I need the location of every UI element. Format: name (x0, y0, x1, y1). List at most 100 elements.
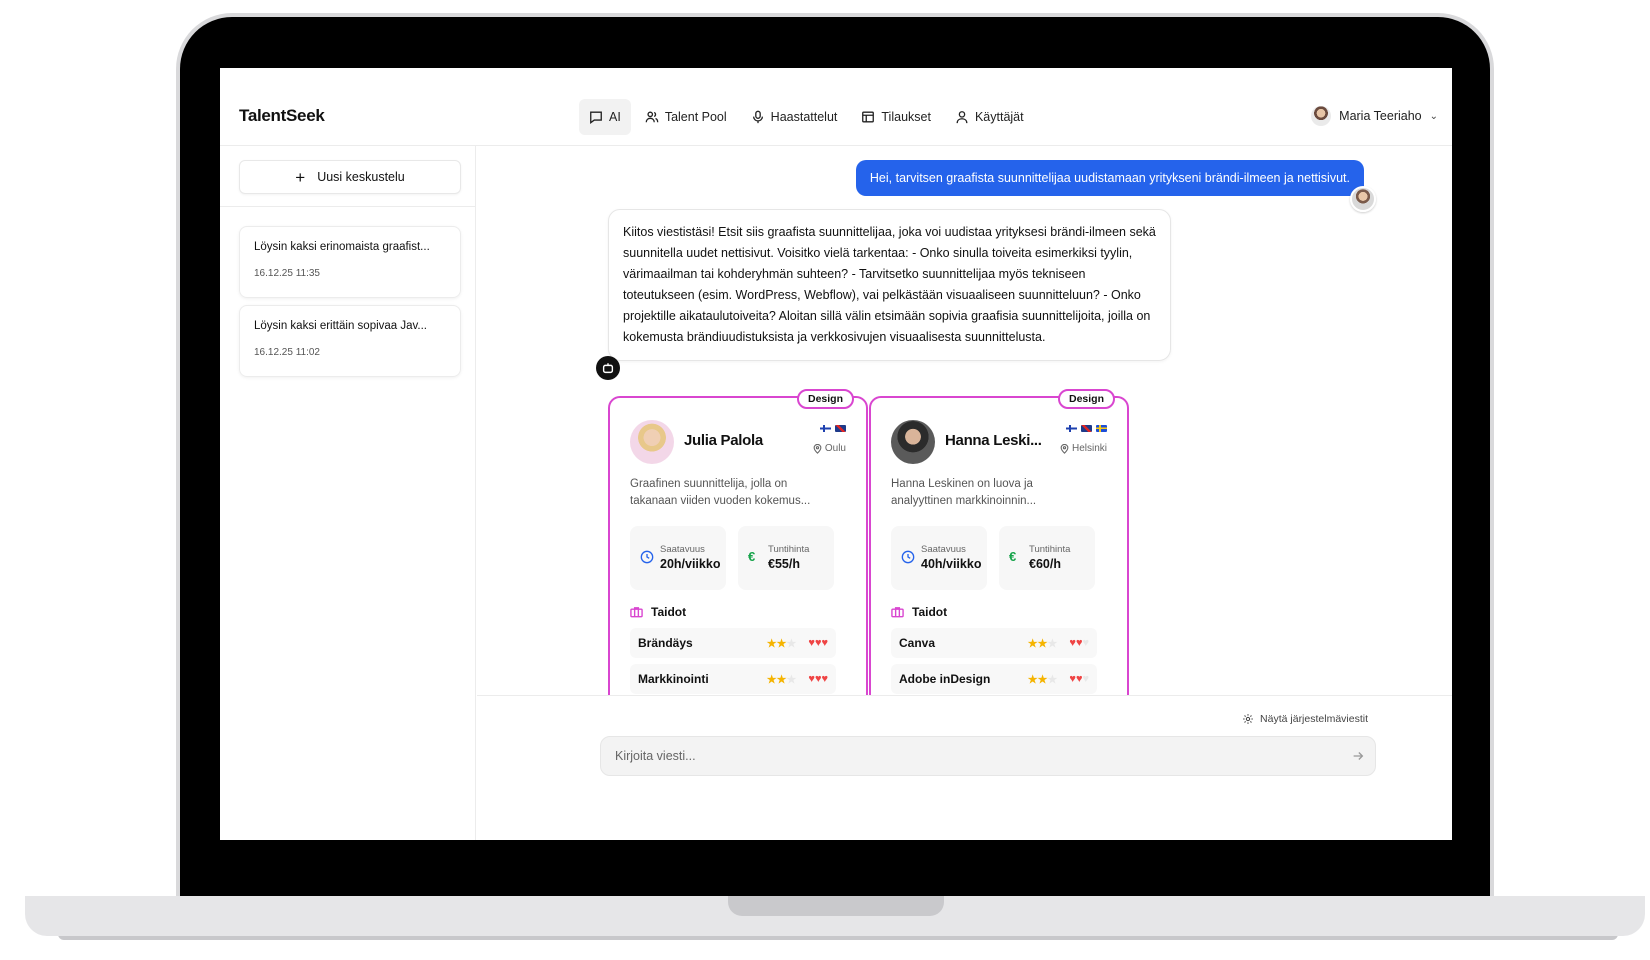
clock-icon (901, 550, 915, 564)
conversation-item[interactable]: Löysin kaksi erittäin sopivaa Jav... 16.… (239, 305, 461, 377)
availability-value: 20h/viikko (660, 557, 721, 571)
rate-stat: € Tuntihinta €60/h (999, 526, 1095, 590)
nav-item-talent-pool[interactable]: Talent Pool (635, 99, 737, 135)
skill-hearts: ♥♥♥ (1069, 637, 1089, 649)
user-avatar (1311, 106, 1332, 126)
availability-label: Saatavuus (660, 544, 705, 555)
send-button[interactable] (1351, 749, 1365, 763)
talent-avatar (891, 420, 935, 464)
skills-label: Taidot (912, 605, 948, 619)
bot-icon (596, 356, 620, 380)
talent-location: Oulu (813, 443, 846, 454)
system-toggle-label: Näytä järjestelmäviestit (1260, 713, 1368, 725)
skill-row: Canva ★★★ ♥♥♥ (891, 628, 1097, 658)
message-composer: Näytä järjestelmäviestit (477, 695, 1452, 840)
rate-stat: € Tuntihinta €55/h (738, 526, 834, 590)
flag-fi-icon (820, 425, 831, 432)
nav-item-tilaukset[interactable]: Tilaukset (851, 99, 941, 135)
new-chat-button[interactable]: + Uusi keskustelu (239, 160, 461, 194)
description-line: analyyttinen markkinoinnin... (891, 495, 1037, 507)
nav-item-haastattelut[interactable]: Haastattelut (741, 99, 848, 135)
flag-fi-icon (1066, 425, 1077, 432)
brand-logo[interactable]: TalentSeek (239, 106, 325, 126)
rate-value: €60/h (1029, 557, 1061, 571)
top-navigation-bar: TalentSeek AI Talent Pool Haastattelut T… (220, 68, 1452, 146)
nav-label: Talent Pool (664, 110, 727, 124)
table-icon (862, 111, 875, 123)
talent-location: Helsinki (1060, 443, 1107, 454)
nav-item-ai[interactable]: AI (579, 99, 631, 135)
skill-row: Markkinointi ★★★ ♥♥♥ (630, 664, 836, 694)
availability-value: 40h/viikko (921, 557, 982, 571)
description-line: Graafinen suunnittelija, jolla on (630, 478, 788, 490)
availability-stat: Saatavuus 20h/viikko (630, 526, 726, 590)
main-nav: AI Talent Pool Haastattelut Tilaukset Kä… (579, 99, 1034, 135)
language-flags (820, 425, 846, 432)
chat-icon (590, 111, 602, 124)
message-input[interactable] (601, 737, 1341, 775)
skills-label: Taidot (651, 605, 687, 619)
user-message-avatar (1350, 186, 1376, 212)
user-name: Maria Teeriaho (1339, 109, 1422, 123)
skill-hearts: ♥♥♥ (1069, 673, 1089, 685)
talent-avatar (630, 420, 674, 464)
talent-name: Hanna Leski... (945, 432, 1042, 449)
show-system-messages-toggle[interactable]: Näytä järjestelmäviestit (1242, 713, 1368, 725)
euro-icon: € (1009, 549, 1017, 564)
city-label: Oulu (824, 443, 846, 454)
ai-message-bubble: Kiitos viestistäsi! Etsit siis graafista… (608, 209, 1171, 361)
language-flags (1066, 425, 1107, 432)
description-line: takanaan viiden vuoden kokemus... (630, 495, 811, 507)
skill-row: Adobe inDesign ★★★ ♥♥♥ (891, 664, 1097, 694)
talent-description: Graafinen suunnittelija, jolla on takana… (630, 476, 850, 510)
talent-card[interactable]: Design Julia Palola Oulu Graafinen suunn… (608, 389, 868, 695)
skill-name: Markkinointi (638, 672, 709, 686)
nav-label: Haastattelut (770, 110, 838, 124)
user-icon (956, 111, 968, 124)
skills-heading: Taidot (630, 605, 686, 619)
category-badge: Design (796, 389, 854, 409)
conversation-date: 16.12.25 11:35 (254, 268, 320, 279)
user-menu[interactable]: Maria Teeriaho ⌄ (1311, 106, 1438, 126)
location-pin-icon (813, 443, 822, 454)
skill-hearts: ♥♥♥ (808, 673, 828, 685)
skill-stars: ★★★ (766, 637, 797, 650)
talent-card[interactable]: Design Hanna Leski... Helsinki Hanna Les… (869, 389, 1129, 695)
city-label: Helsinki (1071, 443, 1107, 454)
clock-icon (640, 550, 654, 564)
skill-name: Adobe inDesign (899, 672, 991, 686)
new-chat-label: Uusi keskustelu (317, 170, 405, 184)
user-message-bubble: Hei, tarvitsen graafista suunnittelijaa … (855, 160, 1364, 196)
nav-label: Tilaukset (881, 110, 931, 124)
skill-name: Brändäys (638, 636, 693, 650)
rate-label: Tuntihinta (768, 544, 810, 555)
conversation-item[interactable]: Löysin kaksi erinomaista graafist... 16.… (239, 226, 461, 298)
location-pin-icon (1060, 443, 1069, 454)
message-input-wrapper (600, 736, 1376, 776)
skill-name: Canva (899, 636, 936, 650)
flag-se-icon (1096, 425, 1107, 432)
nav-item-kayttajat[interactable]: Käyttäjät (945, 99, 1034, 135)
skill-stars: ★★★ (766, 673, 797, 686)
rate-label: Tuntihinta (1029, 544, 1071, 555)
skill-stars: ★★★ (1027, 637, 1058, 650)
sidebar: + Uusi keskustelu Löysin kaksi erinomais… (220, 146, 476, 840)
skills-heading: Taidot (891, 605, 947, 619)
conversation-title: Löysin kaksi erittäin sopivaa Jav... (254, 320, 428, 332)
briefcase-icon (891, 607, 904, 618)
skill-stars: ★★★ (1027, 673, 1058, 686)
conversation-date: 16.12.25 11:02 (254, 347, 320, 358)
chat-area: Hei, tarvitsen graafista suunnittelijaa … (477, 146, 1452, 695)
flag-gb-icon (1081, 425, 1092, 432)
rate-value: €55/h (768, 557, 800, 571)
availability-stat: Saatavuus 40h/viikko (891, 526, 987, 590)
plus-icon: + (295, 167, 306, 187)
sidebar-divider (220, 206, 476, 207)
flag-gb-icon (835, 425, 846, 432)
microphone-icon (752, 110, 763, 124)
nav-label: AI (609, 110, 621, 124)
laptop-notch (728, 896, 944, 916)
talent-name: Julia Palola (684, 432, 763, 449)
briefcase-icon (630, 607, 643, 618)
gear-icon (1243, 714, 1253, 724)
